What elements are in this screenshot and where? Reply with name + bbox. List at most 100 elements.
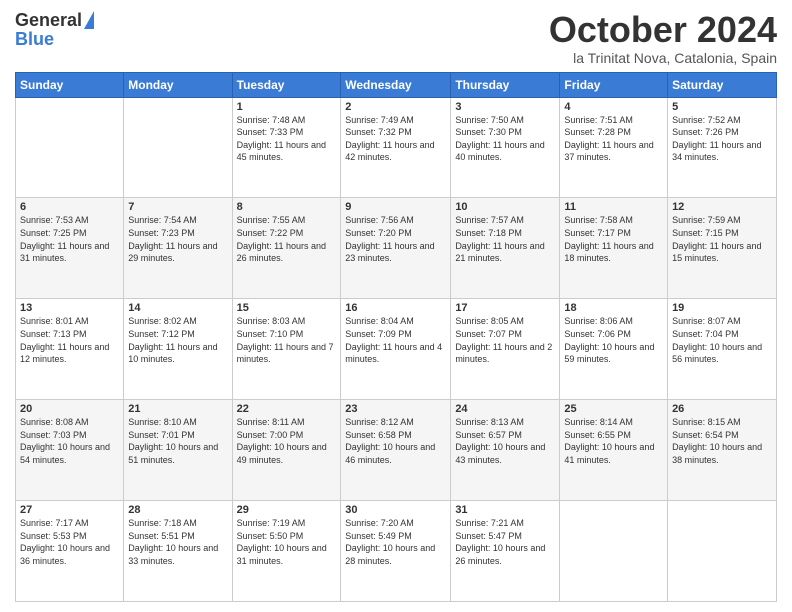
- calendar-cell: 5Sunrise: 7:52 AM Sunset: 7:26 PM Daylig…: [668, 97, 777, 198]
- weekday-header-row: Sunday Monday Tuesday Wednesday Thursday…: [16, 72, 777, 97]
- day-info: Sunrise: 7:54 AM Sunset: 7:23 PM Dayligh…: [128, 214, 227, 264]
- calendar-cell: [124, 97, 232, 198]
- day-info: Sunrise: 8:05 AM Sunset: 7:07 PM Dayligh…: [455, 315, 555, 365]
- calendar-cell: 28Sunrise: 7:18 AM Sunset: 5:51 PM Dayli…: [124, 501, 232, 602]
- day-info: Sunrise: 7:53 AM Sunset: 7:25 PM Dayligh…: [20, 214, 119, 264]
- day-number: 1: [237, 101, 337, 113]
- header-sunday: Sunday: [16, 72, 124, 97]
- calendar-cell: 3Sunrise: 7:50 AM Sunset: 7:30 PM Daylig…: [451, 97, 560, 198]
- day-info: Sunrise: 7:21 AM Sunset: 5:47 PM Dayligh…: [455, 517, 555, 567]
- day-number: 2: [345, 101, 446, 113]
- day-info: Sunrise: 8:10 AM Sunset: 7:01 PM Dayligh…: [128, 416, 227, 466]
- header-friday: Friday: [560, 72, 668, 97]
- calendar-week-row: 20Sunrise: 8:08 AM Sunset: 7:03 PM Dayli…: [16, 400, 777, 501]
- day-info: Sunrise: 7:20 AM Sunset: 5:49 PM Dayligh…: [345, 517, 446, 567]
- day-info: Sunrise: 8:08 AM Sunset: 7:03 PM Dayligh…: [20, 416, 119, 466]
- calendar-cell: 30Sunrise: 7:20 AM Sunset: 5:49 PM Dayli…: [341, 501, 451, 602]
- day-number: 30: [345, 504, 446, 516]
- day-number: 3: [455, 101, 555, 113]
- calendar-cell: 27Sunrise: 7:17 AM Sunset: 5:53 PM Dayli…: [16, 501, 124, 602]
- calendar-cell: 20Sunrise: 8:08 AM Sunset: 7:03 PM Dayli…: [16, 400, 124, 501]
- calendar-cell: [16, 97, 124, 198]
- calendar-cell: [668, 501, 777, 602]
- day-number: 10: [455, 201, 555, 213]
- calendar-cell: 14Sunrise: 8:02 AM Sunset: 7:12 PM Dayli…: [124, 299, 232, 400]
- calendar-cell: 26Sunrise: 8:15 AM Sunset: 6:54 PM Dayli…: [668, 400, 777, 501]
- calendar-cell: 25Sunrise: 8:14 AM Sunset: 6:55 PM Dayli…: [560, 400, 668, 501]
- calendar-cell: 12Sunrise: 7:59 AM Sunset: 7:15 PM Dayli…: [668, 198, 777, 299]
- day-number: 22: [237, 403, 337, 415]
- day-info: Sunrise: 7:50 AM Sunset: 7:30 PM Dayligh…: [455, 114, 555, 164]
- header-thursday: Thursday: [451, 72, 560, 97]
- title-block: October 2024 la Trinitat Nova, Catalonia…: [549, 10, 777, 66]
- calendar-cell: 11Sunrise: 7:58 AM Sunset: 7:17 PM Dayli…: [560, 198, 668, 299]
- day-number: 6: [20, 201, 119, 213]
- calendar-cell: 9Sunrise: 7:56 AM Sunset: 7:20 PM Daylig…: [341, 198, 451, 299]
- calendar-cell: 21Sunrise: 8:10 AM Sunset: 7:01 PM Dayli…: [124, 400, 232, 501]
- logo-text: General Blue: [15, 10, 94, 50]
- logo-general: General: [15, 10, 82, 31]
- calendar-cell: 6Sunrise: 7:53 AM Sunset: 7:25 PM Daylig…: [16, 198, 124, 299]
- day-number: 19: [672, 302, 772, 314]
- day-number: 16: [345, 302, 446, 314]
- calendar-cell: 19Sunrise: 8:07 AM Sunset: 7:04 PM Dayli…: [668, 299, 777, 400]
- day-info: Sunrise: 8:11 AM Sunset: 7:00 PM Dayligh…: [237, 416, 337, 466]
- day-info: Sunrise: 8:06 AM Sunset: 7:06 PM Dayligh…: [564, 315, 663, 365]
- logo: General Blue: [15, 10, 94, 50]
- calendar-week-row: 6Sunrise: 7:53 AM Sunset: 7:25 PM Daylig…: [16, 198, 777, 299]
- day-number: 21: [128, 403, 227, 415]
- logo-blue: Blue: [15, 29, 94, 50]
- location: la Trinitat Nova, Catalonia, Spain: [549, 50, 777, 66]
- day-info: Sunrise: 8:07 AM Sunset: 7:04 PM Dayligh…: [672, 315, 772, 365]
- day-info: Sunrise: 7:57 AM Sunset: 7:18 PM Dayligh…: [455, 214, 555, 264]
- day-number: 17: [455, 302, 555, 314]
- calendar-table: Sunday Monday Tuesday Wednesday Thursday…: [15, 72, 777, 602]
- calendar-cell: 29Sunrise: 7:19 AM Sunset: 5:50 PM Dayli…: [232, 501, 341, 602]
- day-info: Sunrise: 8:03 AM Sunset: 7:10 PM Dayligh…: [237, 315, 337, 365]
- day-number: 11: [564, 201, 663, 213]
- day-number: 20: [20, 403, 119, 415]
- day-number: 4: [564, 101, 663, 113]
- day-info: Sunrise: 7:59 AM Sunset: 7:15 PM Dayligh…: [672, 214, 772, 264]
- day-number: 24: [455, 403, 555, 415]
- day-info: Sunrise: 7:17 AM Sunset: 5:53 PM Dayligh…: [20, 517, 119, 567]
- day-number: 9: [345, 201, 446, 213]
- calendar-cell: 8Sunrise: 7:55 AM Sunset: 7:22 PM Daylig…: [232, 198, 341, 299]
- calendar-week-row: 1Sunrise: 7:48 AM Sunset: 7:33 PM Daylig…: [16, 97, 777, 198]
- calendar-cell: 15Sunrise: 8:03 AM Sunset: 7:10 PM Dayli…: [232, 299, 341, 400]
- day-number: 25: [564, 403, 663, 415]
- day-number: 13: [20, 302, 119, 314]
- day-info: Sunrise: 7:18 AM Sunset: 5:51 PM Dayligh…: [128, 517, 227, 567]
- day-info: Sunrise: 7:58 AM Sunset: 7:17 PM Dayligh…: [564, 214, 663, 264]
- day-info: Sunrise: 7:19 AM Sunset: 5:50 PM Dayligh…: [237, 517, 337, 567]
- day-info: Sunrise: 8:15 AM Sunset: 6:54 PM Dayligh…: [672, 416, 772, 466]
- day-number: 8: [237, 201, 337, 213]
- calendar-cell: 13Sunrise: 8:01 AM Sunset: 7:13 PM Dayli…: [16, 299, 124, 400]
- calendar-cell: 7Sunrise: 7:54 AM Sunset: 7:23 PM Daylig…: [124, 198, 232, 299]
- day-number: 5: [672, 101, 772, 113]
- calendar-cell: 17Sunrise: 8:05 AM Sunset: 7:07 PM Dayli…: [451, 299, 560, 400]
- calendar-week-row: 13Sunrise: 8:01 AM Sunset: 7:13 PM Dayli…: [16, 299, 777, 400]
- day-info: Sunrise: 7:49 AM Sunset: 7:32 PM Dayligh…: [345, 114, 446, 164]
- day-info: Sunrise: 7:51 AM Sunset: 7:28 PM Dayligh…: [564, 114, 663, 164]
- calendar-cell: 1Sunrise: 7:48 AM Sunset: 7:33 PM Daylig…: [232, 97, 341, 198]
- day-number: 18: [564, 302, 663, 314]
- calendar-cell: 4Sunrise: 7:51 AM Sunset: 7:28 PM Daylig…: [560, 97, 668, 198]
- day-info: Sunrise: 8:01 AM Sunset: 7:13 PM Dayligh…: [20, 315, 119, 365]
- calendar-cell: 23Sunrise: 8:12 AM Sunset: 6:58 PM Dayli…: [341, 400, 451, 501]
- day-info: Sunrise: 8:13 AM Sunset: 6:57 PM Dayligh…: [455, 416, 555, 466]
- day-number: 23: [345, 403, 446, 415]
- day-number: 31: [455, 504, 555, 516]
- header-wednesday: Wednesday: [341, 72, 451, 97]
- calendar-cell: 2Sunrise: 7:49 AM Sunset: 7:32 PM Daylig…: [341, 97, 451, 198]
- calendar-cell: 10Sunrise: 7:57 AM Sunset: 7:18 PM Dayli…: [451, 198, 560, 299]
- day-info: Sunrise: 8:12 AM Sunset: 6:58 PM Dayligh…: [345, 416, 446, 466]
- day-number: 28: [128, 504, 227, 516]
- logo-triangle-icon: [84, 11, 94, 29]
- calendar-cell: 22Sunrise: 8:11 AM Sunset: 7:00 PM Dayli…: [232, 400, 341, 501]
- day-info: Sunrise: 7:55 AM Sunset: 7:22 PM Dayligh…: [237, 214, 337, 264]
- day-number: 29: [237, 504, 337, 516]
- calendar-week-row: 27Sunrise: 7:17 AM Sunset: 5:53 PM Dayli…: [16, 501, 777, 602]
- header-tuesday: Tuesday: [232, 72, 341, 97]
- calendar-cell: 31Sunrise: 7:21 AM Sunset: 5:47 PM Dayli…: [451, 501, 560, 602]
